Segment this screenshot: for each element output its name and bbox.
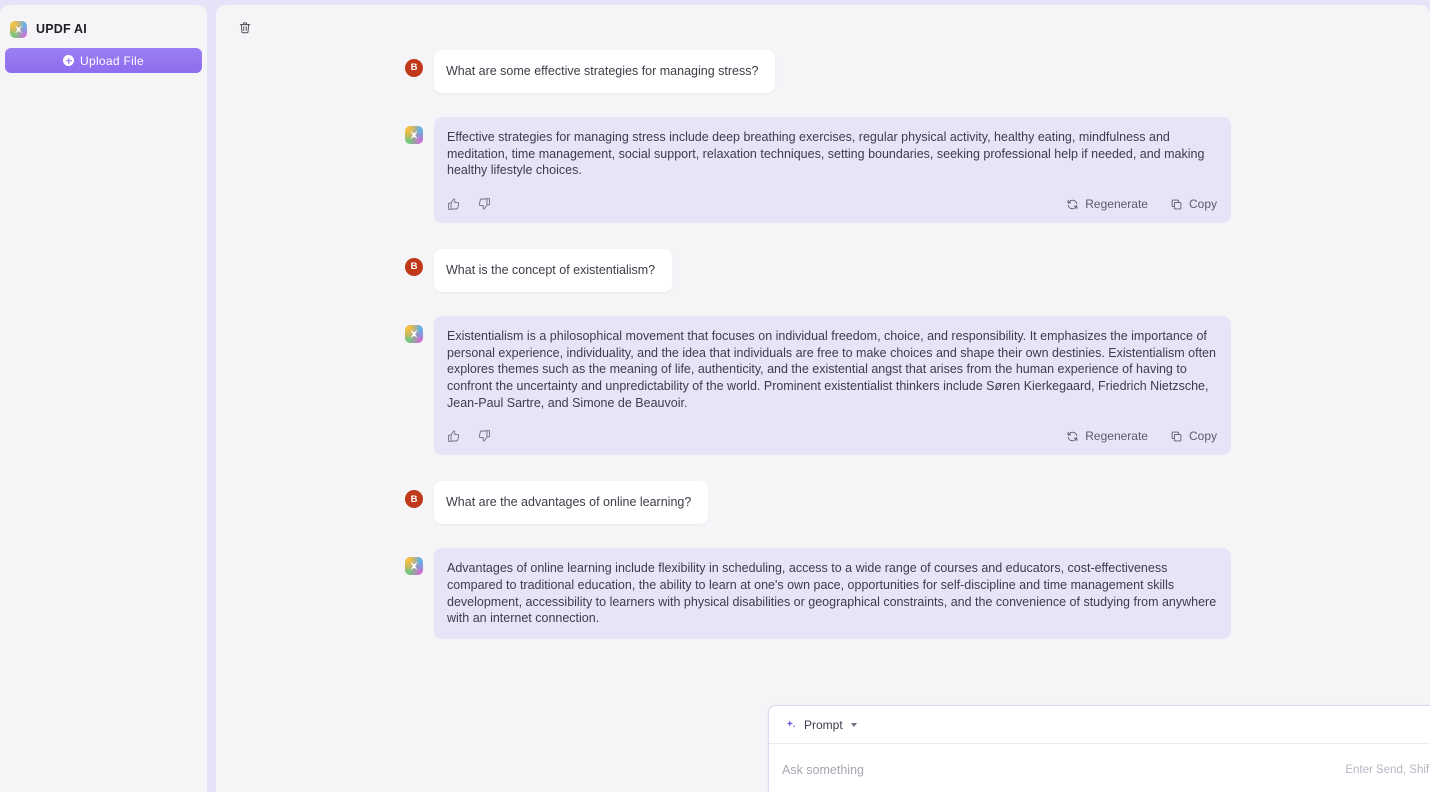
brand-title: UPDF AI bbox=[36, 22, 87, 36]
user-message-bubble: What are the advantages of online learni… bbox=[434, 481, 709, 525]
avatar: B bbox=[405, 490, 423, 509]
assistant-actions: Regenerate Copy bbox=[447, 425, 1217, 447]
assistant-message-bubble: Advantages of online learning include fl… bbox=[434, 548, 1231, 639]
copy-button[interactable]: Copy bbox=[1170, 197, 1217, 211]
copy-icon bbox=[1171, 431, 1182, 442]
assistant-utility-actions: Regenerate Copy bbox=[1066, 197, 1217, 211]
send-hint-text: Enter Send, Shift + Enter Newline bbox=[1345, 764, 1430, 776]
copy-label: Copy bbox=[1188, 197, 1217, 211]
chat-row-assistant: Advantages of online learning include fl… bbox=[405, 548, 1235, 639]
assistant-message-bubble: Effective strategies for managing stress… bbox=[434, 117, 1231, 223]
chat-row-assistant: Effective strategies for managing stress… bbox=[405, 117, 1235, 223]
assistant-message-text: Effective strategies for managing stress… bbox=[447, 130, 1208, 178]
thumbs-down-icon[interactable] bbox=[477, 197, 491, 211]
chat-row-user: B What is the concept of existentialism? bbox=[405, 249, 1235, 293]
panel-gutter bbox=[207, 0, 216, 792]
app-window: UPDF AI Upload File B What are some effe… bbox=[0, 0, 1430, 792]
user-message-bubble: What is the concept of existentialism? bbox=[434, 249, 673, 293]
sparkle-icon bbox=[786, 719, 795, 727]
upload-file-label: Upload File bbox=[80, 53, 144, 68]
assistant-utility-actions: Regenerate Copy bbox=[1066, 429, 1217, 443]
prompt-selector-label: Prompt bbox=[804, 717, 843, 732]
copy-label: Copy bbox=[1188, 429, 1217, 444]
chat-scroll-region[interactable]: B What are some effective strategies for… bbox=[216, 50, 1430, 792]
assistant-message-text: Advantages of online learning include fl… bbox=[447, 561, 1220, 626]
assistant-message-text: Existentialism is a philosophical moveme… bbox=[447, 329, 1220, 410]
chat-toolbar bbox=[216, 5, 1430, 50]
user-message-bubble: What are some effective strategies for m… bbox=[434, 50, 776, 94]
updf-logo-icon bbox=[10, 20, 27, 38]
sidebar: UPDF AI Upload File bbox=[0, 5, 207, 792]
regenerate-label: Regenerate bbox=[1085, 429, 1148, 444]
assistant-feedback-actions bbox=[447, 197, 491, 211]
chat-row-user: B What are the advantages of online lear… bbox=[405, 481, 1235, 525]
ask-input[interactable] bbox=[782, 744, 1336, 792]
chat-row-assistant: Existentialism is a philosophical moveme… bbox=[405, 316, 1235, 456]
regenerate-button[interactable]: Regenerate bbox=[1066, 429, 1148, 443]
chat-message-list: B What are some effective strategies for… bbox=[405, 50, 1235, 639]
avatar bbox=[405, 325, 423, 344]
prompt-selector[interactable]: Prompt bbox=[781, 715, 861, 735]
plus-circle-icon bbox=[63, 55, 74, 66]
chevron-down-icon bbox=[850, 722, 857, 727]
copy-button[interactable]: Copy bbox=[1170, 429, 1217, 443]
trash-icon[interactable] bbox=[234, 17, 256, 39]
assistant-actions: Regenerate Copy bbox=[447, 193, 1217, 215]
thumbs-up-icon[interactable] bbox=[447, 197, 461, 211]
regenerate-label: Regenerate bbox=[1085, 197, 1148, 211]
sidebar-header: UPDF AI bbox=[0, 5, 207, 40]
refresh-icon bbox=[1067, 199, 1078, 209]
avatar bbox=[405, 557, 423, 576]
assistant-message-bubble: Existentialism is a philosophical moveme… bbox=[434, 316, 1231, 456]
refresh-icon bbox=[1067, 431, 1078, 441]
composer: Prompt Enter Send, Shift + Enter Newline bbox=[768, 705, 1430, 792]
regenerate-button[interactable]: Regenerate bbox=[1066, 197, 1148, 211]
avatar: B bbox=[405, 59, 423, 77]
chat-row-user: B What are some effective strategies for… bbox=[405, 50, 1235, 94]
copy-icon bbox=[1171, 199, 1182, 209]
upload-file-button[interactable]: Upload File bbox=[5, 48, 202, 73]
thumbs-down-icon[interactable] bbox=[477, 429, 491, 443]
composer-toolbar: Prompt bbox=[769, 706, 1430, 744]
assistant-feedback-actions bbox=[447, 429, 491, 443]
avatar: B bbox=[405, 258, 423, 276]
main-panel: B What are some effective strategies for… bbox=[216, 5, 1430, 792]
avatar bbox=[405, 126, 423, 145]
thumbs-up-icon[interactable] bbox=[447, 429, 461, 443]
composer-input-row: Enter Send, Shift + Enter Newline bbox=[769, 744, 1430, 792]
